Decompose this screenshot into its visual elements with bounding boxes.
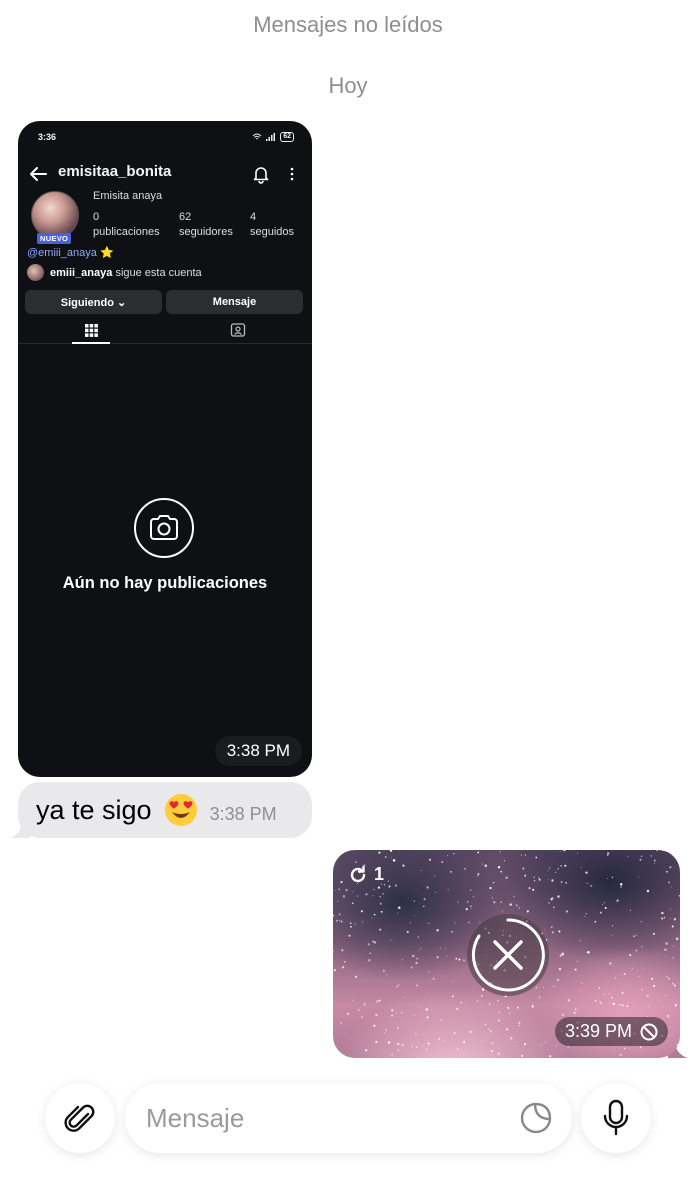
screenshot-message[interactable]: 3:36 62 emisitaa_bonita NUEVO Emisita an… bbox=[18, 121, 312, 777]
bell-icon bbox=[253, 167, 269, 184]
tab-grid bbox=[72, 319, 110, 344]
new-badge: NUEVO bbox=[37, 233, 72, 244]
stat-value: 0 bbox=[93, 211, 100, 223]
message-text: ya te sigo bbox=[36, 794, 152, 825]
follower-avatar bbox=[27, 264, 44, 281]
status-bar: 3:36 62 bbox=[38, 130, 294, 144]
view-once-icon bbox=[640, 1023, 658, 1040]
incoming-message-bubble[interactable]: ya te sigo 3:38 PM bbox=[18, 782, 312, 838]
stat-followers: 62 seguidores bbox=[179, 210, 233, 240]
message-timestamp: 3:38 PM bbox=[209, 803, 277, 824]
replay-icon bbox=[350, 865, 366, 882]
stat-value: 4 bbox=[250, 211, 257, 223]
date-divider: Hoy bbox=[328, 73, 368, 98]
more-vertical-icon bbox=[290, 167, 294, 181]
grid-icon bbox=[84, 324, 98, 337]
stat-label: seguidos bbox=[250, 226, 295, 238]
stat-value: 62 bbox=[179, 211, 192, 223]
wifi-icon bbox=[252, 133, 262, 140]
status-time: 3:36 bbox=[38, 132, 57, 142]
following-button: Siguiendo ⌄ bbox=[25, 290, 162, 314]
tagged-icon bbox=[230, 323, 246, 337]
stat-label: seguidores bbox=[179, 226, 233, 238]
stat-following: 4 seguidos bbox=[250, 210, 294, 240]
message-timestamp: 3:38 PM bbox=[214, 736, 302, 766]
message-timestamp: 3:39 PM bbox=[564, 1021, 632, 1041]
message-input[interactable] bbox=[146, 1102, 506, 1134]
paperclip-icon bbox=[64, 1104, 95, 1132]
profile-display-name: Emisita anaya bbox=[93, 190, 163, 202]
sticker-icon[interactable] bbox=[518, 1100, 554, 1136]
empty-posts-text: Aún no hay publicaciones bbox=[62, 574, 268, 592]
star-emoji: ⭐ bbox=[99, 247, 114, 259]
followed-by-text: sigue esta cuenta bbox=[115, 266, 202, 279]
microphone-icon bbox=[603, 1099, 629, 1136]
message-timestamp-badge: 3:39 PM bbox=[554, 1017, 668, 1046]
close-icon bbox=[471, 918, 545, 992]
replay-indicator: 1 bbox=[348, 864, 384, 885]
heart-eyes-emoji-icon bbox=[164, 794, 197, 826]
stat-label: publicaciones bbox=[93, 226, 160, 238]
microphone-button[interactable] bbox=[581, 1083, 651, 1153]
message-button: Mensaje bbox=[166, 290, 303, 314]
followed-by-line: emiii_anaya sigue esta cuenta bbox=[27, 264, 202, 281]
expired-media-button[interactable] bbox=[467, 914, 549, 996]
signal-icon bbox=[266, 133, 276, 141]
follower-username: emiii_anaya bbox=[50, 266, 113, 279]
handle-text: @emiii_anaya bbox=[27, 247, 97, 259]
message-input-container[interactable] bbox=[125, 1083, 572, 1153]
profile-username: emisitaa_bonita bbox=[58, 163, 172, 180]
profile-tabs bbox=[18, 319, 312, 344]
profile-avatar bbox=[31, 191, 79, 239]
replay-count: 1 bbox=[374, 864, 385, 884]
unread-divider: Mensajes no leídos bbox=[253, 12, 443, 37]
profile-handle-link: @emiii_anaya ⭐ bbox=[27, 246, 114, 259]
outgoing-photo-message[interactable]: 1 3:39 PM bbox=[333, 850, 680, 1058]
attach-button[interactable] bbox=[45, 1083, 115, 1153]
profile-actions: Siguiendo ⌄ Mensaje bbox=[25, 290, 303, 314]
stat-posts: 0 publicaciones bbox=[93, 210, 160, 240]
profile-header: emisitaa_bonita bbox=[18, 159, 312, 189]
camera-icon bbox=[134, 498, 194, 558]
back-arrow-icon bbox=[30, 167, 47, 181]
battery-icon: 62 bbox=[280, 132, 294, 142]
